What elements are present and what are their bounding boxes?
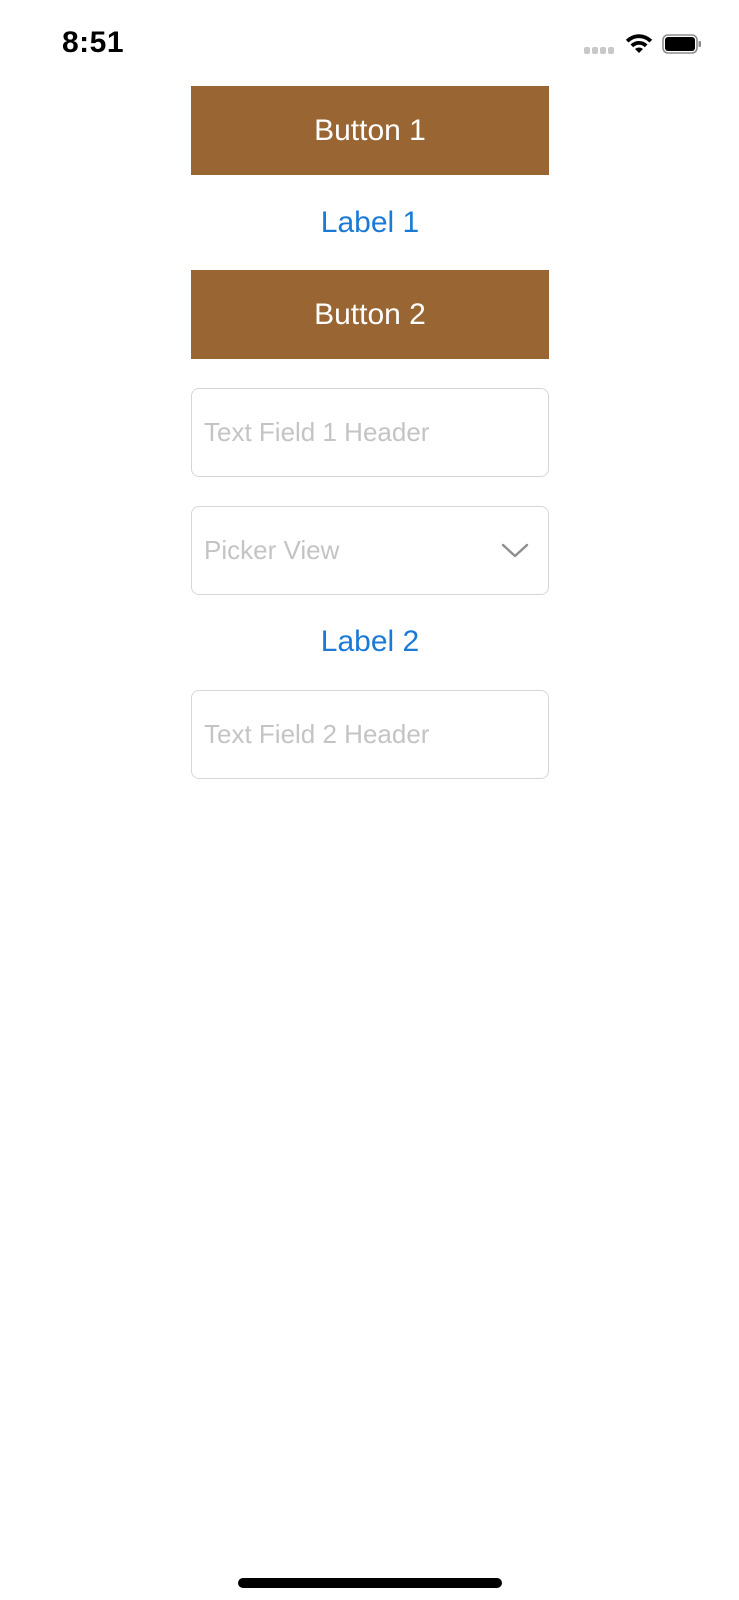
picker-view[interactable]: Picker View [191, 506, 549, 595]
text-field-2-container [191, 690, 549, 779]
label-1: Label 1 [320, 206, 420, 239]
text-field-2[interactable] [204, 691, 534, 778]
home-indicator[interactable] [238, 1578, 502, 1588]
button-2[interactable]: Button 2 [191, 270, 549, 359]
status-bar: 8:51 [0, 0, 739, 80]
chevron-down-icon [501, 543, 529, 558]
label-2: Label 2 [320, 625, 420, 658]
text-field-1-container [191, 388, 549, 477]
button-1[interactable]: Button 1 [191, 86, 549, 175]
status-time: 8:51 [62, 26, 125, 59]
picker-view-placeholder: Picker View [204, 535, 340, 565]
battery-icon [662, 34, 701, 54]
signal-icon [584, 47, 616, 55]
wifi-icon [625, 34, 653, 53]
text-field-1[interactable] [204, 389, 534, 476]
